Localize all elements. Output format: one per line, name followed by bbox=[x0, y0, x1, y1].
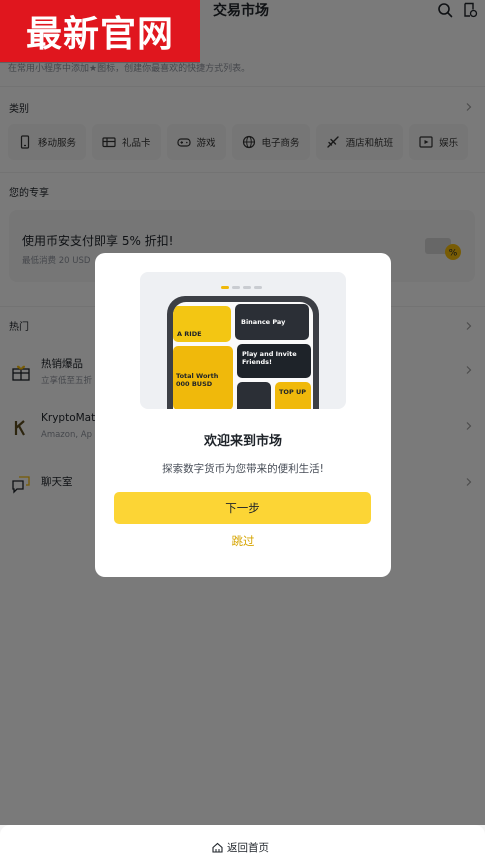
skip-button[interactable]: 跳过 bbox=[95, 533, 391, 549]
welcome-dialog: A RIDE Binance Pay Total Worth 000 BUSD … bbox=[95, 253, 391, 577]
next-button[interactable]: 下一步 bbox=[114, 492, 371, 524]
marketplace-page: 交易市场 在常用小程序中添加★图标，创建你最喜欢的快捷方式列表。 类别 移动服务… bbox=[0, 0, 485, 863]
invite-friends-label: Play and Invite Friends! bbox=[242, 350, 297, 366]
ride-card: A RIDE bbox=[173, 306, 231, 342]
home-label: 返回首页 bbox=[227, 842, 269, 854]
home-icon bbox=[212, 842, 223, 853]
ride-card-label: A RIDE bbox=[177, 330, 202, 338]
promo-tile bbox=[237, 382, 271, 409]
carousel-dot bbox=[243, 286, 251, 289]
binance-pay-card: Binance Pay bbox=[235, 304, 309, 340]
carousel-dot-active bbox=[221, 286, 229, 289]
brand-banner: 最新官网 bbox=[0, 0, 200, 62]
topup-card: TOP UP bbox=[275, 382, 311, 409]
dialog-subtitle: 探索数字货币为您带来的便利生活! bbox=[162, 463, 324, 475]
phone-screen: A RIDE Binance Pay Total Worth 000 BUSD … bbox=[173, 302, 313, 409]
topup-label: TOP UP bbox=[279, 388, 307, 396]
total-worth-label: Total Worth 000 BUSD bbox=[176, 372, 219, 388]
invite-friends-card: Play and Invite Friends! bbox=[237, 344, 311, 378]
total-worth-card: Total Worth 000 BUSD bbox=[173, 346, 233, 409]
carousel-dot bbox=[232, 286, 240, 289]
bottom-bar: 返回首页 bbox=[0, 825, 485, 863]
carousel-dots bbox=[221, 286, 262, 289]
onboarding-illustration: A RIDE Binance Pay Total Worth 000 BUSD … bbox=[140, 272, 346, 409]
binance-pay-label: Binance Pay bbox=[241, 318, 286, 326]
dialog-title: 欢迎来到市场 bbox=[203, 434, 282, 449]
carousel-dot bbox=[254, 286, 262, 289]
back-to-home-link[interactable]: 返回首页 bbox=[212, 840, 269, 855]
phone-mockup: A RIDE Binance Pay Total Worth 000 BUSD … bbox=[167, 296, 319, 409]
